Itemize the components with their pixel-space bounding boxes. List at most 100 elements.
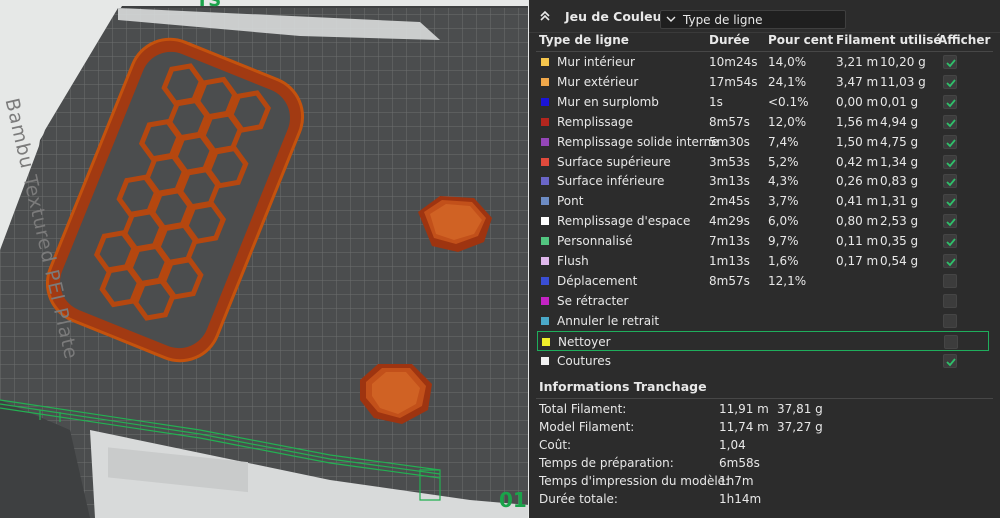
line-type-name: Remplissage solide interne [557, 134, 719, 149]
line-type-row[interactable]: Nettoyer [537, 330, 989, 351]
line-type-name: Surface supérieure [557, 154, 671, 169]
slice-info-label: Durée totale: [539, 492, 618, 506]
color-swatch [541, 77, 549, 86]
show-checkbox[interactable] [943, 234, 957, 249]
line-type-percent: <0.1% [768, 94, 809, 109]
line-type-row[interactable]: Déplacement 8m57s 12,1% [529, 271, 1000, 291]
line-type-row[interactable]: Mur extérieur 17m54s 24,1% 3,47 m 11,03 g [529, 72, 1000, 92]
line-type-percent: 5,2% [768, 154, 799, 169]
line-type-row[interactable]: Se rétracter [529, 291, 1000, 311]
color-swatch [541, 237, 549, 246]
line-type-filament-length: 0,11 m [836, 234, 879, 249]
show-checkbox[interactable] [943, 313, 957, 328]
line-type-name: Déplacement [557, 273, 638, 288]
color-swatch [541, 117, 549, 126]
line-type-duration: 8m57s [709, 273, 750, 288]
slice-info-value: 1h7m [719, 474, 754, 488]
check-icon [946, 218, 956, 227]
show-checkbox[interactable] [943, 293, 957, 308]
color-swatch [541, 157, 549, 166]
color-swatch [541, 356, 549, 365]
slice-info-row: Temps de préparation: 6m58s [529, 454, 1000, 472]
line-type-row[interactable]: Mur en surplomb 1s <0.1% 0,00 m 0,01 g [529, 92, 1000, 112]
show-checkbox[interactable] [943, 74, 957, 89]
line-type-filament-weight: 1,31 g [880, 194, 919, 209]
line-type-name: Remplissage d'espace [557, 214, 691, 229]
line-type-row[interactable]: Remplissage solide interne 5m30s 7,4% 1,50 … [529, 132, 1000, 152]
show-checkbox[interactable] [944, 334, 958, 349]
line-type-filament-weight: 1,34 g [880, 154, 919, 169]
show-checkbox[interactable] [943, 353, 957, 368]
color-swatch [541, 316, 549, 325]
line-type-percent: 4,3% [768, 174, 799, 189]
show-checkbox[interactable] [943, 134, 957, 149]
line-type-filament-length: 1,50 m [836, 134, 879, 149]
line-type-row[interactable]: Remplissage d'espace 4m29s 6,0% 0,80 m 2,53 … [529, 211, 1000, 231]
line-type-percent: 7,4% [768, 134, 799, 149]
line-type-row[interactable]: Annuler le retrait [529, 311, 1000, 331]
slice-info-divider [536, 398, 993, 399]
line-type-duration: 2m45s [709, 194, 750, 209]
collapse-chevron-icon[interactable] [538, 9, 552, 23]
col-header-duration: Durée [709, 33, 750, 47]
color-swatch [541, 58, 549, 66]
show-checkbox[interactable] [943, 94, 957, 109]
slice-info-row: Durée totale: 1h14m [529, 490, 1000, 508]
line-type-percent: 12,1% [768, 273, 807, 288]
show-checkbox[interactable] [943, 114, 957, 129]
show-checkbox[interactable] [943, 273, 957, 288]
line-type-percent: 12,0% [768, 114, 807, 129]
line-type-duration: 10m24s [709, 55, 758, 69]
color-swatch [541, 217, 549, 226]
show-checkbox[interactable] [943, 194, 957, 209]
check-icon [946, 79, 956, 88]
show-checkbox[interactable] [943, 154, 957, 169]
line-type-row[interactable]: Remplissage 8m57s 12,0% 1,56 m 4,94 g [529, 112, 1000, 132]
line-type-name: Se rétracter [557, 293, 629, 308]
line-type-row[interactable]: Coutures [529, 351, 1000, 371]
slice-info-label: Total Filament: [539, 402, 627, 416]
check-icon [946, 59, 956, 68]
line-type-filament-length: 0,00 m [836, 94, 879, 109]
slice-info-value-2: 37,81 g [777, 402, 823, 416]
line-type-name: Surface inférieure [557, 174, 665, 189]
color-swatch [541, 276, 549, 285]
col-header-percent: Pour cent [768, 33, 834, 47]
slice-info-row: Total Filament: 11,91 m 37,81 g [529, 400, 1000, 418]
show-checkbox[interactable] [943, 254, 957, 268]
line-type-filament-length: 3,21 m [836, 55, 879, 69]
line-type-name: Flush [557, 254, 589, 268]
view-type-select[interactable]: Type de ligne [660, 10, 846, 29]
slice-info-row: Coût: 1,04 [529, 436, 1000, 454]
line-type-name: Personnalisé [557, 234, 633, 249]
show-checkbox[interactable] [943, 214, 957, 229]
line-type-filament-length: 1,56 m [836, 114, 879, 129]
show-checkbox[interactable] [943, 55, 957, 69]
slice-info-value: 11,74 m [719, 420, 769, 434]
line-type-row[interactable]: Flush 1m13s 1,6% 0,17 m 0,54 g [529, 251, 1000, 271]
line-type-row[interactable]: Personnalisé 7m13s 9,7% 0,11 m 0,35 g [529, 231, 1000, 251]
plate-top-number: TS [196, 0, 222, 11]
slice-info-value: 1,04 [719, 438, 746, 452]
line-type-duration: 4m29s [709, 214, 750, 229]
slice-info-row: Temps d'impression du modèle: 1h7m [529, 472, 1000, 490]
col-header-filament: Filament utilisé [836, 33, 942, 47]
line-type-row[interactable]: Pont 2m45s 3,7% 0,41 m 1,31 g [529, 191, 1000, 211]
line-type-row[interactable]: Surface supérieure 3m53s 5,2% 0,42 m 1,34 g [529, 152, 1000, 172]
slice-info-value: 1h14m [719, 492, 762, 506]
panel-header: Jeu de Couleur Type de ligne [529, 0, 1000, 33]
slice-info-label: Coût: [539, 438, 572, 452]
check-icon [946, 357, 956, 366]
slice-info-label: Temps d'impression du modèle: [539, 474, 730, 488]
color-swatch [541, 257, 549, 265]
line-type-row[interactable]: Mur intérieur 10m24s 14,0% 3,21 m 10,20 g [529, 52, 1000, 72]
slice-info-label: Temps de préparation: [539, 456, 674, 470]
line-type-filament-length: 0,17 m [836, 254, 879, 268]
line-type-row[interactable]: Surface inférieure 3m13s 4,3% 0,26 m 0,83 g [529, 171, 1000, 191]
show-checkbox[interactable] [943, 174, 957, 189]
line-type-duration: 8m57s [709, 114, 750, 129]
line-type-filament-weight: 10,20 g [880, 55, 926, 69]
line-type-filament-weight: 0,83 g [880, 174, 919, 189]
check-icon [946, 238, 956, 247]
color-swatch [542, 337, 550, 346]
